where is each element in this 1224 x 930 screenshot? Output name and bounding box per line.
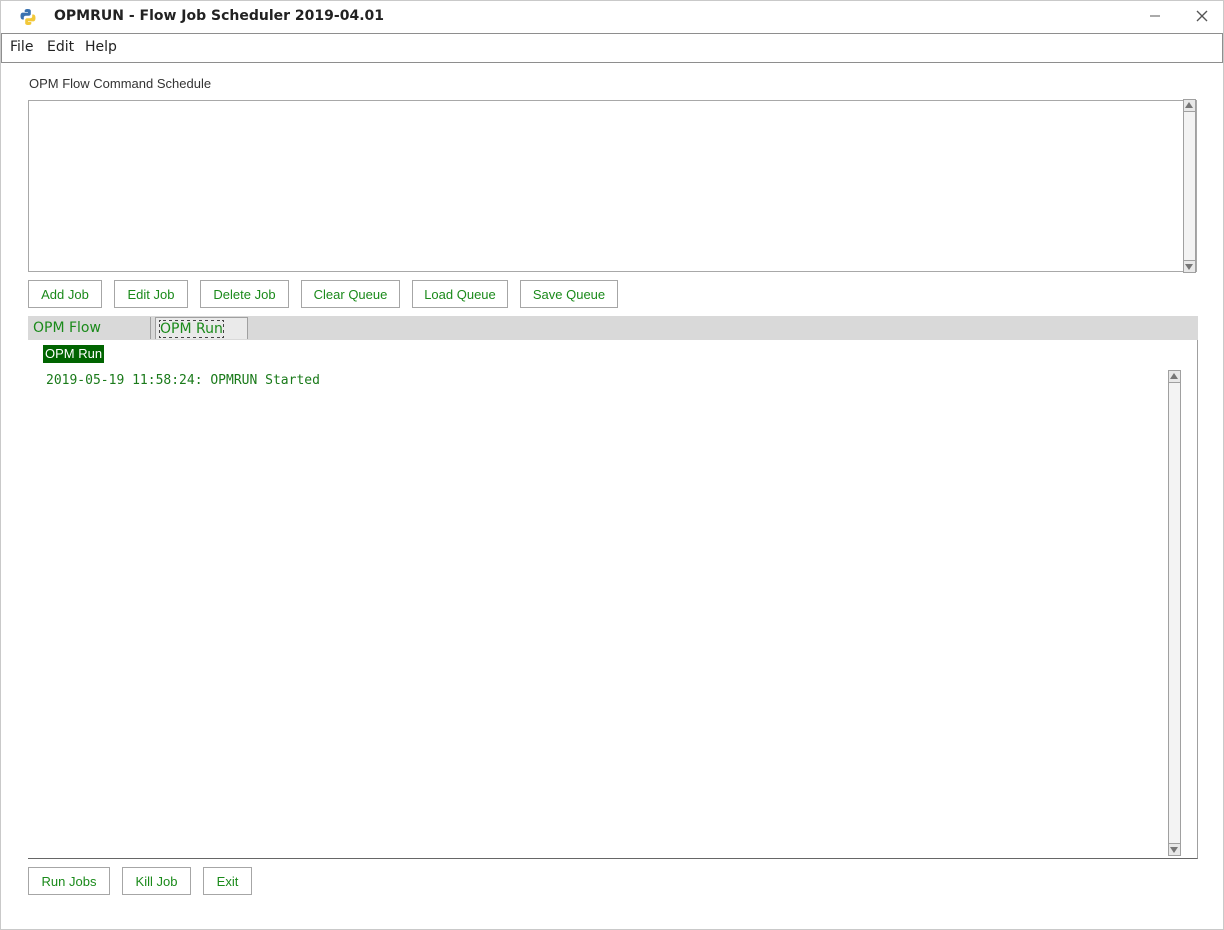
title-bar: OPMRUN - Flow Job Scheduler 2019-04.01 [1,1,1223,33]
tab-opm-flow-output[interactable]: OPM Flow Output [29,317,151,358]
minimize-icon [1150,15,1160,17]
tab-strip: OPM Flow Output OPM Run Log [28,316,1198,360]
close-button[interactable] [1189,5,1215,29]
schedule-label: OPM Flow Command Schedule [29,76,212,91]
menu-edit[interactable]: Edit [47,39,74,55]
python-icon [20,9,36,25]
arrow-up-icon [1170,373,1178,379]
panel-label: OPM Run [43,345,105,363]
log-text[interactable]: 2019-05-19 11:58:24: OPMRUN Started [46,373,320,388]
load-queue-button[interactable]: Load Queue [412,280,508,308]
menu-help[interactable]: Help [85,39,117,55]
edit-job-button[interactable]: Edit Job [114,280,188,308]
run-log-panel [28,340,1198,859]
exit-button[interactable]: Exit [203,867,252,895]
arrow-down-icon [1170,847,1178,853]
kill-job-button[interactable]: Kill Job [122,867,191,895]
log-scrollbar[interactable] [1168,370,1181,856]
tab-opm-run-log[interactable]: OPM Run Log [155,317,248,360]
delete-job-button[interactable]: Delete Job [200,280,289,308]
arrow-up-icon [1185,102,1193,108]
window-title: OPMRUN - Flow Job Scheduler 2019-04.01 [54,8,384,24]
scroll-down-arrow[interactable] [1184,260,1195,272]
arrow-down-icon [1185,264,1193,270]
clear-queue-button[interactable]: Clear Queue [301,280,400,308]
app-window: OPMRUN - Flow Job Scheduler 2019-04.01 F… [0,0,1224,930]
add-job-button[interactable]: Add Job [28,280,102,308]
run-jobs-button[interactable]: Run Jobs [28,867,110,895]
schedule-list[interactable] [28,100,1197,272]
scroll-up-arrow[interactable] [1169,371,1180,383]
schedule-scrollbar[interactable] [1183,99,1196,273]
scroll-up-arrow[interactable] [1184,100,1195,112]
menu-bar: File Edit Help [1,33,1223,63]
save-queue-button[interactable]: Save Queue [520,280,618,308]
scroll-down-arrow[interactable] [1169,843,1180,855]
minimize-button[interactable] [1142,5,1168,29]
menu-file[interactable]: File [10,39,33,55]
close-icon [1196,10,1208,22]
